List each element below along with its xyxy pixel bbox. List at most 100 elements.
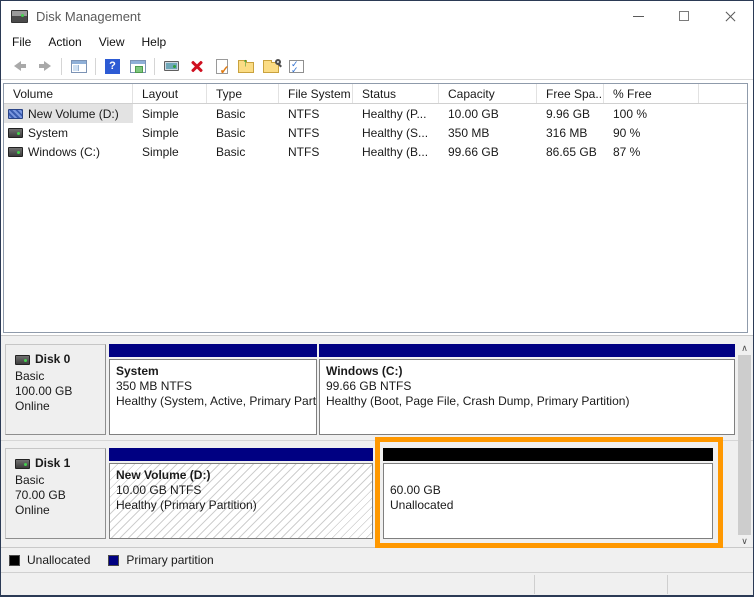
filler-cell [699, 104, 747, 123]
partition-size: 350 MB NTFS [116, 379, 310, 394]
unallocated-body: 60.00 GB Unallocated [383, 463, 713, 539]
minimize-button[interactable] [615, 1, 661, 31]
toolbar [1, 53, 753, 80]
toolbar-separator [95, 58, 96, 75]
menubar: File Action View Help [1, 31, 753, 53]
disk-icon [15, 459, 30, 469]
app-disk-icon [11, 10, 28, 23]
disk1-name-row: Disk 1 [15, 456, 105, 471]
titlebar: Disk Management [1, 1, 753, 31]
toolbar-separator [61, 58, 62, 75]
forward-button[interactable] [33, 55, 56, 77]
partition-health: Healthy (Primary Partition) [116, 498, 366, 513]
forward-arrow-icon [39, 61, 51, 71]
partition-new-volume-d[interactable]: New Volume (D:) 10.00 GB NTFS Healthy (P… [109, 448, 373, 539]
vertical-scrollbar[interactable] [738, 342, 751, 548]
volume-cell: Windows (C:) [4, 142, 133, 161]
extend-button[interactable] [235, 55, 258, 77]
column-header-layout[interactable]: Layout [133, 84, 207, 103]
file-system-cell: NTFS [279, 104, 353, 123]
column-header-type[interactable]: Type [207, 84, 279, 103]
computer-icon [164, 61, 179, 71]
checklist-icon [289, 60, 304, 73]
disk-capacity: 70.00 GB [15, 488, 105, 503]
partition-system[interactable]: System 350 MB NTFS Healthy (System, Acti… [109, 344, 317, 435]
disk-status: Online [15, 399, 105, 414]
partition-health: Healthy (System, Active, Primary Partiti… [116, 394, 310, 409]
partition-body-selected: New Volume (D:) 10.00 GB NTFS Healthy (P… [109, 463, 373, 539]
primary-partition-color-bar [109, 448, 373, 461]
layout-cell: Simple [133, 123, 207, 142]
capacity-cell: 10.00 GB [439, 104, 537, 123]
disk-row-separator [1, 440, 753, 441]
file-system-cell: NTFS [279, 123, 353, 142]
status-bar [1, 572, 753, 596]
column-header-status[interactable]: Status [353, 84, 439, 103]
partition-title: Windows (C:) [326, 364, 728, 379]
delete-button[interactable] [185, 55, 208, 77]
disk0-name-row: Disk 0 [15, 352, 105, 367]
folder-up-icon [238, 58, 256, 74]
volume-row-new-volume-d[interactable]: New Volume (D:) Simple Basic NTFS Health… [4, 104, 747, 123]
disk1-label[interactable]: Disk 1 Basic 70.00 GB Online [5, 448, 106, 539]
menu-item-file[interactable]: File [12, 35, 31, 49]
column-header-volume[interactable]: Volume [4, 84, 133, 103]
scrollbar-thumb[interactable] [738, 355, 751, 535]
volume-list: Volume Layout Type File System Status Ca… [3, 83, 748, 333]
disk-name: Disk 0 [35, 352, 70, 367]
volume-row-windows-c[interactable]: Windows (C:) Simple Basic NTFS Healthy (… [4, 142, 747, 161]
partition-size: 99.66 GB NTFS [326, 379, 728, 394]
legend-label: Primary partition [126, 553, 213, 567]
scroll-up-icon[interactable] [738, 342, 751, 355]
help-button[interactable] [101, 55, 124, 77]
mark-partition-button[interactable] [210, 55, 233, 77]
file-system-cell: NTFS [279, 142, 353, 161]
pct-free-cell: 100 % [604, 104, 699, 123]
primary-partition-color-bar [109, 344, 317, 357]
partition-size: 10.00 GB NTFS [116, 483, 366, 498]
free-space-cell: 9.96 GB [537, 104, 604, 123]
legend-label: Unallocated [27, 553, 90, 567]
settings-button[interactable] [285, 55, 308, 77]
free-space-cell: 86.65 GB [537, 142, 604, 161]
column-header-pct-free[interactable]: % Free [604, 84, 699, 103]
status-cell: Healthy (S... [353, 123, 439, 142]
menu-item-view[interactable]: View [99, 35, 125, 49]
menu-item-action[interactable]: Action [48, 35, 81, 49]
column-header-capacity[interactable]: Capacity [439, 84, 537, 103]
close-button[interactable] [707, 1, 753, 31]
volume-row-system[interactable]: System Simple Basic NTFS Healthy (S... 3… [4, 123, 747, 142]
unallocated-label: Unallocated [390, 498, 706, 513]
unallocated-swatch-icon [9, 555, 20, 566]
column-header-free-space[interactable]: Free Spa... [537, 84, 604, 103]
back-button[interactable] [8, 55, 31, 77]
partition-title: New Volume (D:) [116, 468, 366, 483]
help-icon [105, 59, 120, 74]
partition-title: System [116, 364, 310, 379]
disk0-label[interactable]: Disk 0 Basic 100.00 GB Online [5, 344, 106, 435]
maximize-button[interactable] [661, 1, 707, 31]
partition-windows-c[interactable]: Windows (C:) 99.66 GB NTFS Healthy (Boot… [319, 344, 735, 435]
column-header-file-system[interactable]: File System [279, 84, 353, 103]
volume-cell: New Volume (D:) [4, 104, 133, 123]
free-space-cell: 316 MB [537, 123, 604, 142]
back-arrow-icon [14, 61, 26, 71]
properties-button[interactable] [160, 55, 183, 77]
explore-button[interactable] [260, 55, 283, 77]
unallocated-size: 60.00 GB [390, 483, 706, 498]
folder-search-icon [263, 58, 281, 74]
red-x-icon [190, 59, 204, 73]
show-console-tree-button[interactable] [67, 55, 90, 77]
layout-cell: Simple [133, 104, 207, 123]
partition-health: Healthy (Boot, Page File, Crash Dump, Pr… [326, 394, 728, 409]
menu-item-help[interactable]: Help [142, 35, 167, 49]
maximize-icon [679, 11, 689, 21]
unallocated-region[interactable]: 60.00 GB Unallocated [383, 448, 713, 539]
show-action-pane-button[interactable] [126, 55, 149, 77]
capacity-cell: 99.66 GB [439, 142, 537, 161]
type-cell: Basic [207, 123, 279, 142]
disk-graphical-pane: Disk 0 Basic 100.00 GB Online System 350… [1, 335, 753, 547]
primary-partition-color-bar [319, 344, 735, 357]
partition-body: Windows (C:) 99.66 GB NTFS Healthy (Boot… [319, 359, 735, 435]
disk-capacity: 100.00 GB [15, 384, 105, 399]
